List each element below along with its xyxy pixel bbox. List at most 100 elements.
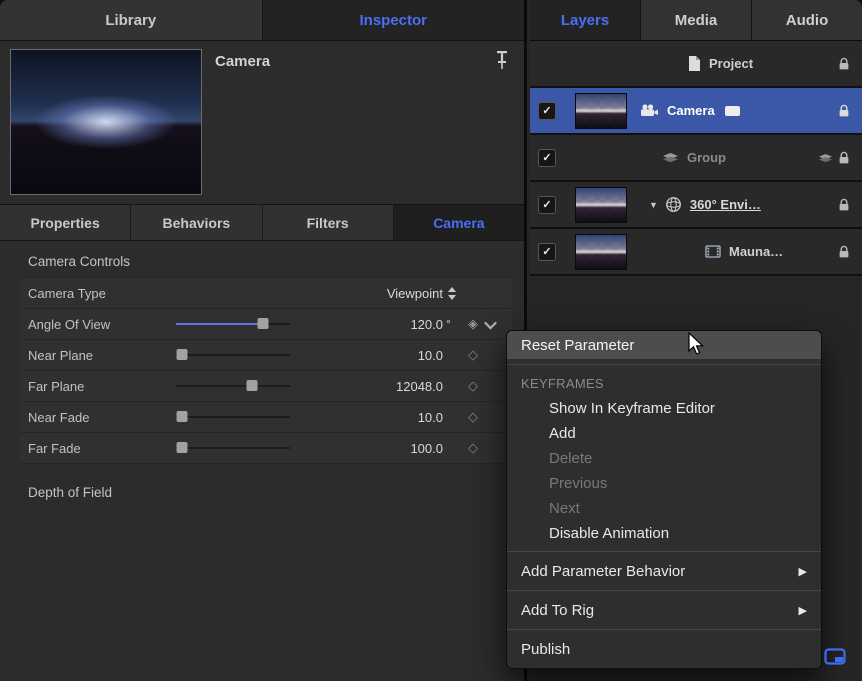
layer-row-mauna[interactable]: ✓ Mauna…: [530, 229, 862, 276]
tab-library[interactable]: Library: [0, 0, 263, 40]
preview-header: Camera: [0, 41, 524, 205]
animation-menu-icon[interactable]: ◈: [468, 316, 478, 332]
keyframe-icon[interactable]: ◇: [468, 347, 478, 363]
camera-type-popup[interactable]: Viewpoint: [290, 286, 446, 301]
lock-icon[interactable]: [838, 151, 850, 165]
keyframe-icon[interactable]: ◇: [468, 440, 478, 456]
motion-window: Library Inspector Camera Properties Beha…: [0, 0, 862, 681]
layer-thumbnail: [575, 187, 627, 223]
lock-icon[interactable]: [838, 245, 850, 259]
layer-checkbox[interactable]: ✓: [538, 243, 556, 261]
menu-item-previous: Previous: [507, 471, 821, 496]
param-label: Far Fade: [28, 441, 176, 456]
layers-media-audio-tabbar: Layers Media Audio: [530, 0, 862, 41]
tab-audio[interactable]: Audio: [752, 0, 862, 40]
angle-of-view-value[interactable]: 120.0: [290, 317, 446, 332]
slider-thumb[interactable]: [176, 349, 187, 360]
angle-of-view-slider[interactable]: [176, 317, 290, 331]
camera-icon: [640, 104, 659, 117]
lock-icon[interactable]: [838, 198, 850, 212]
film-frame-icon: [705, 245, 721, 258]
param-row-angle-of-view: Angle Of View 120.0 ° ◈: [20, 309, 512, 340]
layer-checkbox[interactable]: ✓: [538, 102, 556, 120]
tab-media[interactable]: Media: [641, 0, 752, 40]
slider-fill: [176, 323, 263, 325]
flatten-badge-icon[interactable]: [725, 106, 740, 116]
menu-item-publish[interactable]: Publish: [507, 635, 821, 663]
keyframe-icon[interactable]: ◇: [468, 378, 478, 394]
tab-layers[interactable]: Layers: [530, 0, 641, 40]
slider-thumb[interactable]: [176, 442, 187, 453]
library-inspector-tabbar: Library Inspector: [0, 0, 524, 41]
near-plane-slider[interactable]: [176, 348, 290, 362]
far-fade-slider[interactable]: [176, 441, 290, 455]
group-icon: [662, 152, 679, 163]
param-row-near-fade: Near Fade 10.0 ◇: [20, 402, 512, 433]
layer-row-group[interactable]: ✓ Group: [530, 135, 862, 182]
menu-item-add[interactable]: Add: [507, 421, 821, 446]
tab-inspector[interactable]: Inspector: [263, 0, 525, 40]
menu-separator: [507, 590, 821, 591]
submenu-arrow-icon: ▶: [799, 565, 807, 578]
layer-name: Group: [687, 150, 726, 165]
section-camera-controls[interactable]: Camera Controls: [0, 249, 524, 275]
menu-item-add-parameter-behavior[interactable]: Add Parameter Behavior ▶: [507, 557, 821, 585]
menu-separator: [507, 364, 821, 365]
tab-behaviors[interactable]: Behaviors: [131, 205, 262, 240]
near-fade-value[interactable]: 10.0: [290, 410, 446, 425]
preview-thumbnail: [10, 49, 202, 195]
camera-inspector-body: Camera Controls Camera Type Viewpoint An…: [0, 241, 524, 506]
popup-stepper-icon[interactable]: [446, 287, 460, 300]
mouse-cursor: [687, 332, 709, 361]
layer-row-camera[interactable]: ✓ Camera: [530, 88, 862, 135]
document-icon: [687, 55, 701, 72]
slider-thumb[interactable]: [247, 380, 258, 391]
section-depth-of-field[interactable]: Depth of Field: [0, 480, 524, 506]
layer-name: Mauna…: [729, 244, 783, 259]
layer-thumbnail: [575, 93, 627, 129]
layer-name: Camera: [667, 103, 715, 118]
param-row-far-fade: Far Fade 100.0 ◇: [20, 433, 512, 464]
sphere-icon: [665, 196, 682, 213]
far-plane-slider[interactable]: [176, 379, 290, 393]
lock-icon[interactable]: [838, 104, 850, 118]
menu-item-add-to-rig[interactable]: Add To Rig ▶: [507, 596, 821, 624]
keyframe-icon[interactable]: ◇: [468, 409, 478, 425]
menu-item-disable-animation[interactable]: Disable Animation: [507, 521, 821, 546]
degree-unit: °: [446, 317, 460, 331]
menu-item-show-in-keyframe-editor[interactable]: Show In Keyframe Editor: [507, 396, 821, 421]
param-row-far-plane: Far Plane 12048.0 ◇: [20, 371, 512, 402]
param-label: Far Plane: [28, 379, 176, 394]
tab-camera[interactable]: Camera: [394, 205, 524, 240]
menu-header-keyframes: KEYFRAMES: [507, 370, 821, 396]
param-spacer: [176, 286, 290, 300]
far-fade-value[interactable]: 100.0: [290, 441, 446, 456]
context-menu: Reset Parameter KEYFRAMES Show In Keyfra…: [506, 330, 822, 669]
tab-filters[interactable]: Filters: [263, 205, 394, 240]
param-label: Angle Of View: [28, 317, 176, 332]
layer-thumbnail: [575, 234, 627, 270]
selected-object-title: Camera: [215, 53, 270, 70]
chevron-down-icon[interactable]: [484, 316, 497, 329]
parameter-rows: Camera Type Viewpoint Angle Of View 1: [20, 277, 512, 464]
slider-thumb[interactable]: [257, 318, 268, 329]
lock-icon[interactable]: [838, 57, 850, 71]
monitor-icon[interactable]: [824, 648, 846, 672]
layer-row-360-environment[interactable]: ✓ ▼ 360° Envi…: [530, 182, 862, 229]
layer-checkbox[interactable]: ✓: [538, 196, 556, 214]
near-plane-value[interactable]: 10.0: [290, 348, 446, 363]
layer-name: 360° Envi…: [690, 197, 761, 212]
layer-row-project[interactable]: Project: [530, 41, 862, 88]
menu-item-reset-parameter[interactable]: Reset Parameter: [507, 331, 821, 359]
param-row-near-plane: Near Plane 10.0 ◇: [20, 340, 512, 371]
param-label: Near Fade: [28, 410, 176, 425]
tab-properties[interactable]: Properties: [0, 205, 131, 240]
near-fade-slider[interactable]: [176, 410, 290, 424]
layer-checkbox[interactable]: ✓: [538, 149, 556, 167]
far-plane-value[interactable]: 12048.0: [290, 379, 446, 394]
param-label: Camera Type: [28, 286, 176, 301]
disclosure-triangle-icon[interactable]: ▼: [649, 200, 658, 210]
slider-thumb[interactable]: [176, 411, 187, 422]
pin-icon[interactable]: [494, 49, 510, 76]
param-row-camera-type: Camera Type Viewpoint: [20, 278, 512, 309]
